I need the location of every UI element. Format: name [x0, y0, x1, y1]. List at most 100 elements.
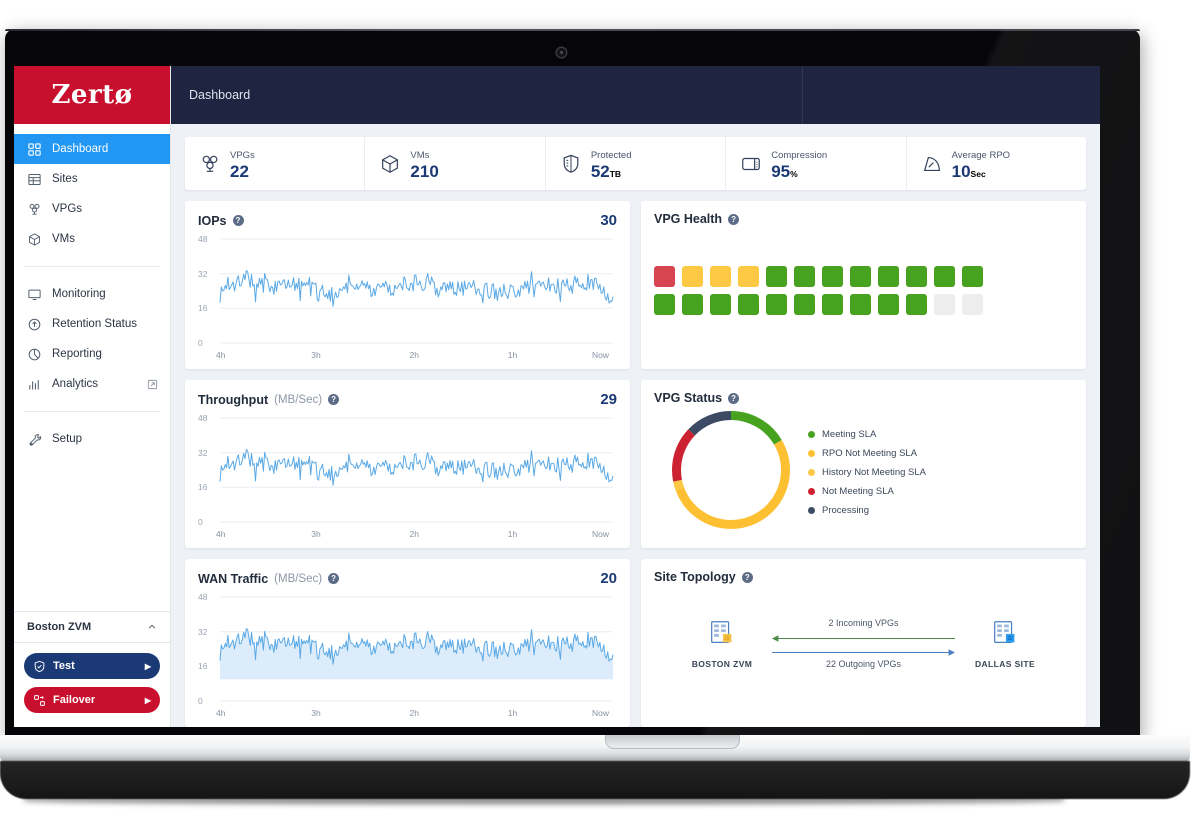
legend-item[interactable]: Not Meeting SLA	[808, 486, 926, 497]
sidebar-item-retention-status[interactable]: Retention Status	[14, 309, 170, 339]
server-building-icon	[707, 621, 737, 652]
sidebar-item-setup[interactable]: Setup	[14, 424, 170, 454]
legend-color-dot	[808, 507, 815, 514]
vpgs-icon	[26, 201, 42, 217]
sidebar-item-reporting[interactable]: Reporting	[14, 339, 170, 369]
stat-compression[interactable]: Compression 95%	[726, 137, 907, 190]
sidebar-item-label: Retention Status	[52, 318, 138, 330]
vpg-health-cell[interactable]	[710, 294, 731, 315]
vpg-health-cell[interactable]	[962, 294, 983, 315]
test-button[interactable]: Test ▶	[24, 653, 160, 679]
card-header: WAN Traffic (MB/Sec) ? 20	[198, 570, 617, 587]
legend-item[interactable]: RPO Not Meeting SLA	[808, 448, 926, 459]
stat-protected[interactable]: Protected 52TB	[546, 137, 727, 190]
incoming-label: 2 Incoming VPGs	[828, 618, 899, 628]
incoming-arrow	[772, 631, 955, 642]
stat-vpgs[interactable]: VPGs 22	[185, 137, 366, 190]
vpg-health-cell[interactable]	[794, 266, 815, 287]
help-icon[interactable]: ?	[728, 392, 740, 404]
legend-label: RPO Not Meeting SLA	[822, 448, 918, 459]
sidebar-item-analytics[interactable]: Analytics	[14, 369, 170, 399]
sidebar-divider-1	[24, 266, 160, 267]
sidebar-item-dashboard[interactable]: Dashboard	[14, 134, 170, 164]
x-axis-tick: 1h	[507, 529, 518, 539]
legend-item[interactable]: Processing	[808, 505, 926, 516]
vpg-health-cell[interactable]	[878, 294, 899, 315]
chevron-up-icon[interactable]	[147, 622, 157, 632]
x-axis-tick: 4h	[216, 529, 226, 539]
vpg-health-cell[interactable]	[794, 294, 815, 315]
vpg-health-cell[interactable]	[850, 294, 871, 315]
vpg-health-cell[interactable]	[850, 266, 871, 287]
vpg-health-cell[interactable]	[934, 266, 955, 287]
card-header: Throughput (MB/Sec) ? 29	[198, 391, 617, 408]
vpg-health-cell[interactable]	[906, 294, 927, 315]
sidebar-item-monitoring[interactable]: Monitoring	[14, 279, 170, 309]
vpg-health-grid	[654, 266, 1073, 315]
help-icon[interactable]: ?	[328, 573, 340, 584]
vpg-health-cell[interactable]	[822, 266, 843, 287]
legend-item[interactable]: Meeting SLA	[808, 429, 926, 440]
x-axis-tick: 4h	[216, 708, 226, 718]
vpg-health-cell[interactable]	[682, 294, 703, 315]
topology-node-right[interactable]: DALLAS SITE	[959, 618, 1051, 669]
legend-label: Meeting SLA	[822, 429, 877, 440]
help-icon[interactable]: ?	[741, 571, 753, 583]
external-link-icon[interactable]	[147, 379, 158, 390]
vpg-health-cell[interactable]	[906, 266, 927, 287]
outgoing-arrow	[772, 645, 955, 656]
stat-label: VPGs	[230, 150, 255, 161]
vpg-health-cell[interactable]	[738, 266, 759, 287]
cards-grid: IOPs ? 30 0 16 32 48 4h 3h 2h 1h Now VPG Health	[185, 201, 1086, 727]
stat-label: Compression	[771, 150, 828, 161]
vpg-health-cell[interactable]	[962, 266, 983, 287]
help-icon[interactable]: ?	[728, 213, 740, 225]
card-title: Throughput	[198, 392, 269, 407]
sidebar-divider-2	[24, 411, 160, 412]
vpg-health-cell[interactable]	[682, 266, 703, 287]
chevron-right-icon: ▶	[144, 695, 151, 705]
vpg-health-cell[interactable]	[934, 294, 955, 315]
y-axis-tick: 48	[198, 234, 208, 244]
vpg-health-cell[interactable]	[654, 294, 675, 315]
sidebar-item-sites[interactable]: Sites	[14, 164, 170, 194]
x-axis-tick: 4h	[216, 350, 226, 360]
throughput-chart: 0 16 32 48 4h 3h 2h 1h Now	[198, 410, 617, 539]
topology-node-left[interactable]: BOSTON ZVM	[676, 618, 768, 669]
card-header: Site Topology ?	[654, 570, 1073, 584]
sidebar-item-vpgs[interactable]: VPGs	[14, 194, 170, 224]
legend-item[interactable]: History Not Meeting SLA	[808, 467, 926, 478]
card-title: VPG Status	[654, 391, 723, 405]
card-vpg-status: VPG Status ? Meeting SLA RPO Not Meeting …	[641, 380, 1086, 548]
monitor-icon	[26, 286, 42, 302]
iops-chart: 0 16 32 48 4h 3h 2h 1h Now	[198, 231, 617, 360]
vpg-health-cell[interactable]	[710, 266, 731, 287]
vpg-health-cell[interactable]	[878, 266, 899, 287]
brand-logo[interactable]: Zertø	[14, 66, 170, 124]
sidebar-item-label: Sites	[52, 173, 78, 185]
zvm-header[interactable]: Boston ZVM	[14, 612, 170, 643]
chart-svg	[219, 596, 614, 702]
x-axis-tick: 2h	[409, 708, 419, 718]
failover-button[interactable]: Failover ▶	[24, 687, 160, 713]
topology-node-label: BOSTON ZVM	[691, 659, 753, 669]
donut-legend: Meeting SLA RPO Not Meeting SLA History No…	[808, 429, 926, 516]
help-icon[interactable]: ?	[232, 215, 244, 226]
vpg-health-cell[interactable]	[766, 266, 787, 287]
vpg-health-cell[interactable]	[738, 294, 759, 315]
sidebar-item-vms[interactable]: VMs	[14, 224, 170, 254]
stat-value: 210	[410, 162, 439, 181]
vpg-health-cell[interactable]	[654, 266, 675, 287]
zerto-app: Zertø Dashboard Sites VPGs VMs Monitorin…	[14, 66, 1100, 727]
stat-label: Average RPO	[951, 150, 1011, 161]
stat-value: 52	[590, 162, 610, 181]
stat-average-rpo[interactable]: Average RPO 10Sec	[907, 137, 1086, 190]
vpg-health-cell[interactable]	[822, 294, 843, 315]
vpg-health-cell[interactable]	[766, 294, 787, 315]
card-header: IOPs ? 30	[198, 212, 617, 229]
card-wan-traffic: WAN Traffic (MB/Sec) ? 20 0 16 32 48 4h 3h 2h 1…	[185, 559, 630, 727]
x-axis-tick: 2h	[409, 350, 419, 360]
webcam-icon	[557, 48, 566, 57]
stat-vms[interactable]: VMs 210	[365, 137, 546, 190]
help-icon[interactable]: ?	[328, 394, 340, 405]
